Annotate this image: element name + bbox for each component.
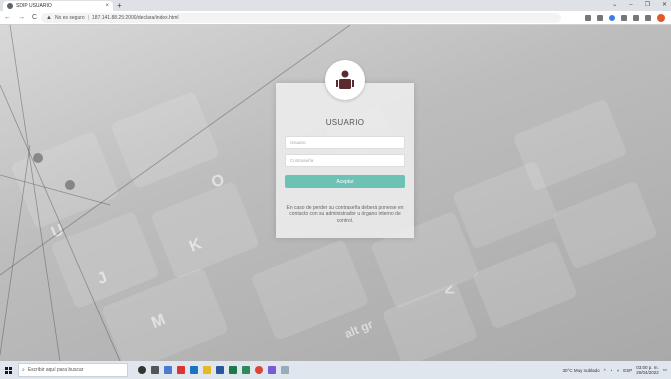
cortana-icon[interactable]	[138, 366, 146, 374]
url-text[interactable]: 187.141.88.25:2000/declara/index.html	[92, 15, 178, 21]
pinned-apps	[138, 366, 289, 374]
accept-button[interactable]: Aceptar	[285, 175, 405, 188]
network-icon[interactable]: ◔	[610, 368, 613, 373]
extensions-puzzle-icon[interactable]	[633, 15, 639, 21]
weather-status[interactable]: 30°C Muy nublado	[563, 368, 600, 373]
avatar	[325, 60, 365, 100]
user-icon	[336, 70, 354, 89]
new-tab-button[interactable]: +	[117, 1, 122, 10]
language-indicator[interactable]: ESP	[623, 368, 632, 373]
start-button[interactable]	[0, 361, 16, 379]
security-label[interactable]: No es seguro	[55, 15, 85, 21]
maximize-button[interactable]: ❐	[645, 0, 650, 10]
back-button[interactable]: ←	[4, 14, 11, 21]
extension-blue-icon[interactable]	[609, 15, 615, 21]
tab-title: SDIP USUARIO	[16, 3, 52, 9]
browser-tab-strip: SDIP USUARIO × + ⌄ – ❐ ✕	[0, 0, 671, 11]
profile-avatar-icon[interactable]	[657, 14, 665, 22]
browser-toolbar: ← → C ▲ No es seguro | 187.141.88.25:200…	[0, 11, 671, 25]
address-bar[interactable]: ▲ No es seguro | 187.141.88.25:2000/decl…	[41, 13, 561, 23]
url-separator: |	[87, 15, 90, 21]
extensions-area	[585, 14, 665, 22]
tab-search-button[interactable]: ⌄	[612, 0, 617, 10]
app-green-icon[interactable]	[242, 366, 250, 374]
tray-chevron-icon[interactable]: ^	[604, 368, 606, 373]
username-input[interactable]	[285, 136, 405, 149]
globe-icon	[7, 3, 13, 9]
search-placeholder: Escribir aquí para buscar	[27, 367, 84, 373]
minimize-button[interactable]: –	[629, 0, 632, 10]
file-explorer-icon[interactable]	[164, 366, 172, 374]
browser-tab[interactable]: SDIP USUARIO ×	[3, 1, 113, 11]
system-tray: 30°C Muy nublado ^ ◔ ◖ ESP 03:00 p. m. 2…	[563, 361, 667, 379]
outlook-icon[interactable]	[216, 366, 224, 374]
bookmark-icon[interactable]	[621, 15, 627, 21]
share-icon[interactable]	[597, 15, 603, 21]
app-purple-icon[interactable]	[268, 366, 276, 374]
search-icon: ⌕	[22, 367, 25, 373]
password-help-text: En caso de perder su contraseña deberá p…	[286, 205, 404, 224]
app-gray-icon[interactable]	[281, 366, 289, 374]
login-title: USUARIO	[325, 118, 365, 127]
word-icon[interactable]	[190, 366, 198, 374]
warning-icon[interactable]: ▲	[46, 15, 52, 21]
extension-icon[interactable]	[585, 15, 591, 21]
folder-icon[interactable]	[203, 366, 211, 374]
app-red-icon[interactable]	[177, 366, 185, 374]
forward-button[interactable]: →	[18, 14, 25, 21]
windows-taskbar: ⌕ Escribir aquí para buscar 30°C Muy nub…	[0, 361, 671, 379]
password-input[interactable]	[285, 154, 405, 167]
clock-date: 20/04/2022	[636, 370, 659, 375]
excel-icon[interactable]	[229, 366, 237, 374]
sidebar-icon[interactable]	[645, 15, 651, 21]
task-view-icon[interactable]	[151, 366, 159, 374]
clock[interactable]: 03:00 p. m. 20/04/2022	[636, 365, 659, 375]
close-tab-icon[interactable]: ×	[105, 3, 109, 9]
chrome-icon[interactable]	[255, 366, 263, 374]
notifications-icon[interactable]: ▭	[663, 367, 667, 373]
volume-icon[interactable]: ◖	[616, 368, 619, 373]
close-window-button[interactable]: ✕	[662, 0, 667, 10]
taskbar-search[interactable]: ⌕ Escribir aquí para buscar	[18, 363, 128, 377]
windows-icon	[4, 366, 12, 374]
reload-button[interactable]: C	[32, 14, 37, 21]
window-controls: ⌄ – ❐ ✕	[612, 0, 667, 10]
page-viewport: U K J M alt gr < O USUARIO Aceptar En ca…	[0, 25, 671, 361]
